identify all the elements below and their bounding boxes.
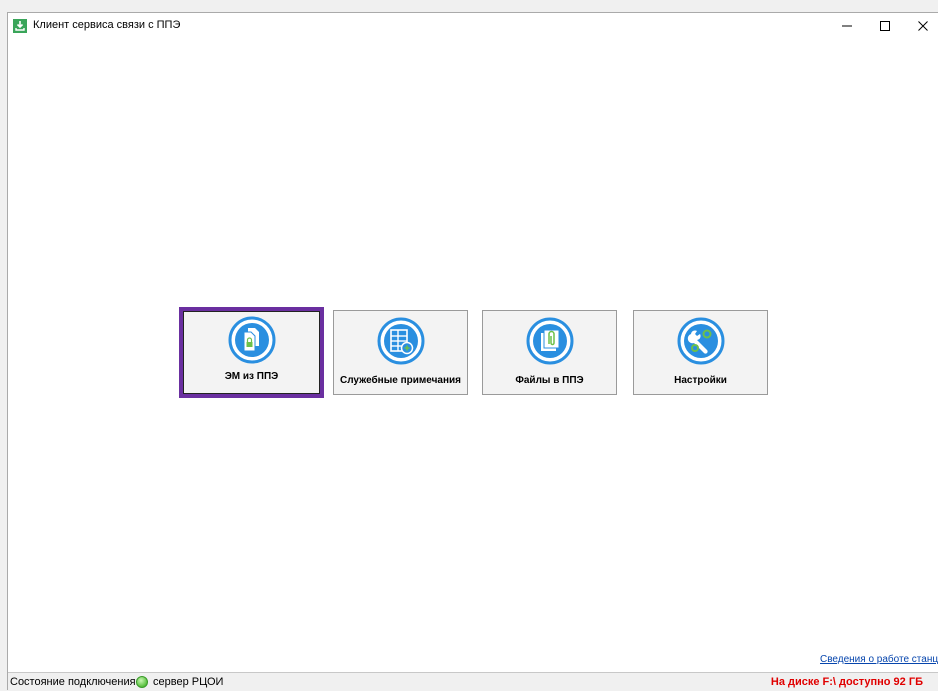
maximize-icon [880,21,890,31]
connection-status-label: Состояние подключения: [10,676,139,688]
close-icon [918,21,928,31]
status-bar: Состояние подключения: сервер РЦОИ На ди… [8,672,938,691]
main-menu-tiles: ЭМ из ППЭ Служебные примечания Файлы в П… [8,307,938,402]
disk-space-status: На диске F:\ доступно 92 ГБ [770,676,923,688]
maximize-button[interactable] [866,13,904,39]
tile-label: Файлы в ППЭ [515,375,584,386]
tile-label: Настройки [674,375,727,386]
close-button[interactable] [904,13,938,39]
attached-file-icon [526,317,573,365]
tile-label: Служебные примечания [339,375,461,386]
window-title: Клиент сервиса связи с ППЭ [33,19,181,31]
em-from-ppe-button[interactable]: ЭМ из ППЭ [179,307,324,398]
service-notes-button[interactable]: Служебные примечания [333,310,468,395]
encrypted-documents-icon [228,316,275,364]
tile-label: ЭМ из ППЭ [224,371,279,382]
files-to-ppe-button[interactable]: Файлы в ППЭ [482,310,617,395]
settings-button[interactable]: Настройки [633,310,768,395]
station-info-link[interactable]: Сведения о работе станции [820,654,938,665]
download-tray-icon [13,19,27,33]
minimize-button[interactable] [828,13,866,39]
minimize-icon [842,25,852,27]
connection-indicator-icon [136,676,148,688]
settings-tools-icon [677,317,724,365]
app-window: Клиент сервиса связи с ППЭ ЭМ из ППЭ Слу… [7,12,938,691]
title-bar[interactable]: Клиент сервиса связи с ППЭ [8,13,938,39]
server-name: сервер РЦОИ [153,676,224,688]
table-add-icon [377,317,424,365]
